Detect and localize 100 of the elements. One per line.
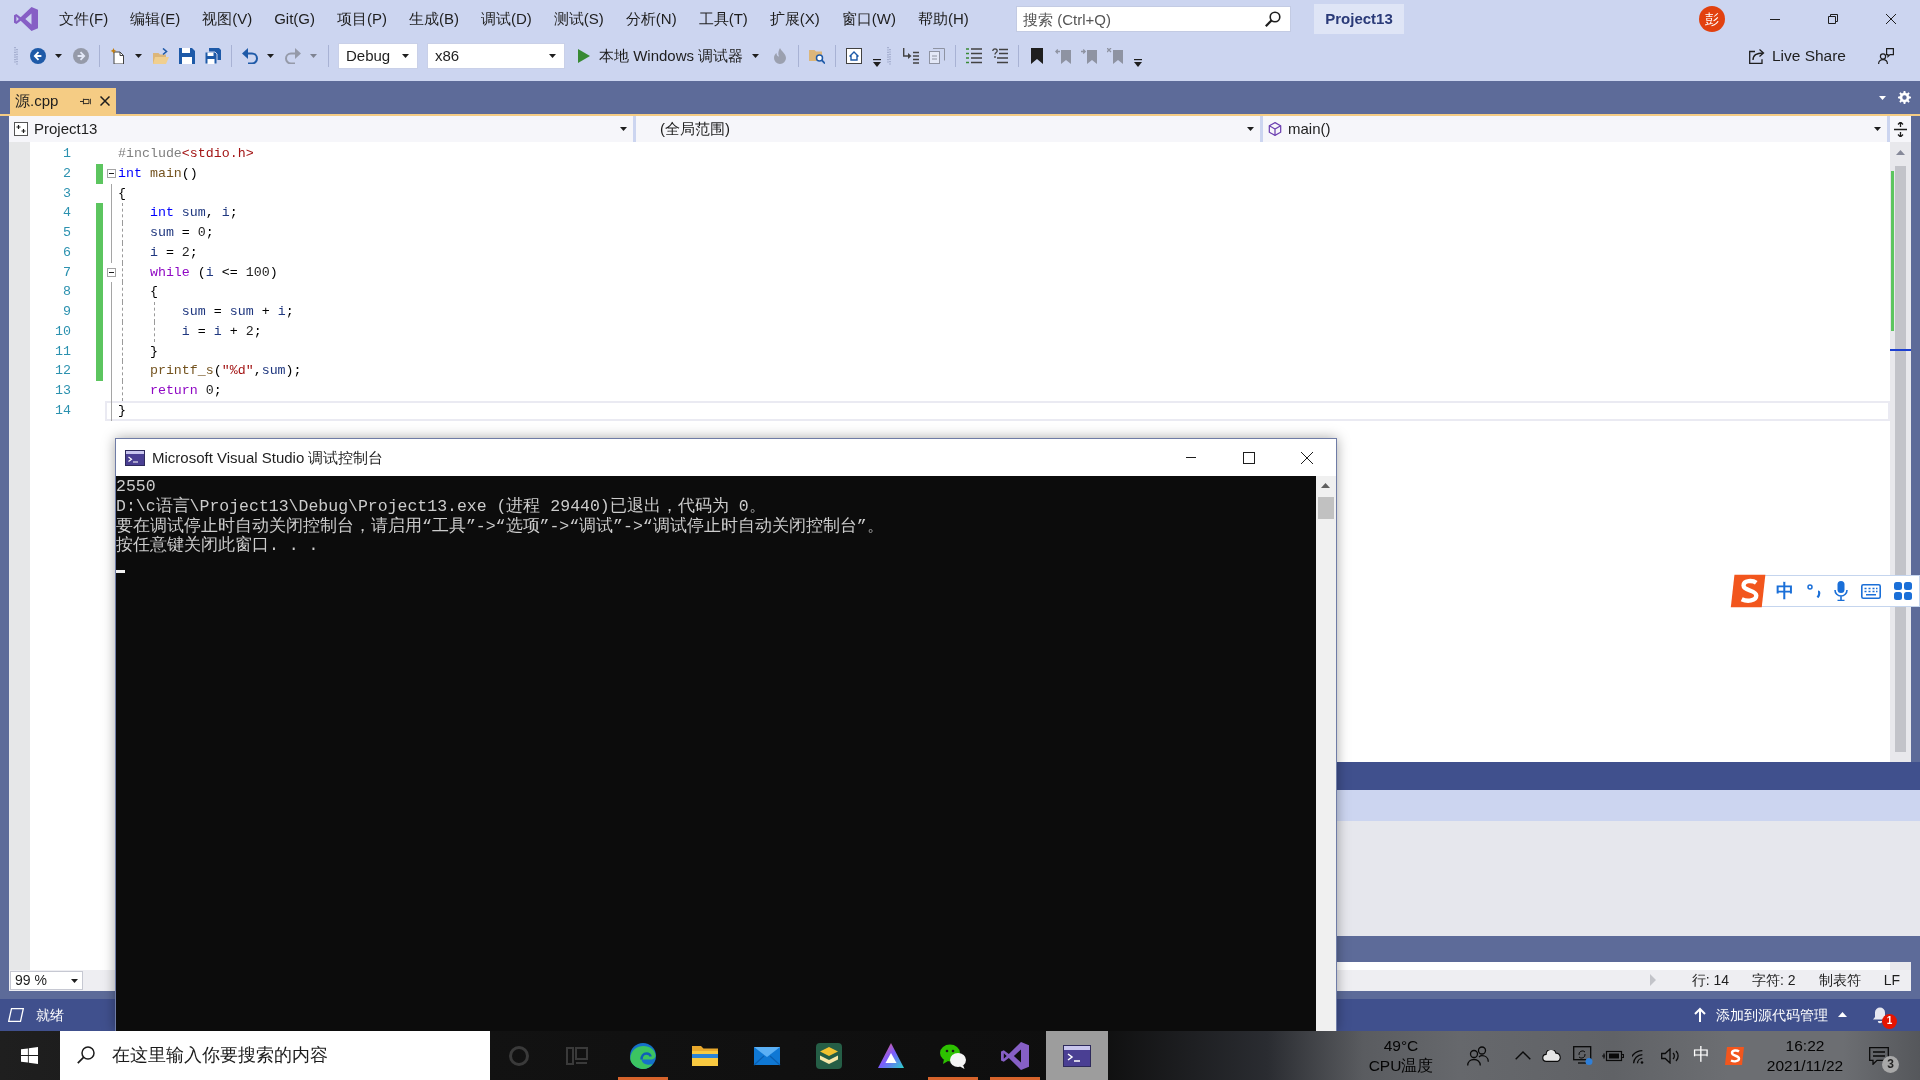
menu-item[interactable]: 文件(F) [48, 7, 120, 31]
grip-icon[interactable] [14, 46, 18, 66]
arrow-lines-icon[interactable] [903, 48, 920, 64]
line-indicator[interactable]: 行: 14 [1691, 972, 1730, 989]
menu-item[interactable]: 扩展(X) [758, 7, 831, 31]
scroll-up-icon[interactable] [1896, 150, 1905, 155]
menu-item[interactable]: Git(G) [263, 7, 326, 31]
notification-badge: 3 [1882, 1056, 1899, 1073]
toolbar-overflow-icon[interactable] [873, 59, 882, 67]
menu-item[interactable]: 测试(S) [542, 7, 615, 31]
account-avatar[interactable]: 彭 [1699, 6, 1725, 32]
speaker-icon[interactable] [1661, 1047, 1681, 1064]
caret-icon[interactable] [267, 54, 274, 58]
grip-icon[interactable] [887, 46, 892, 66]
menu-item[interactable]: 窗口(W) [830, 7, 907, 31]
minus-box-icon[interactable] [107, 267, 116, 277]
source-control-button[interactable]: 添加到源代码管理 [1694, 1006, 1847, 1024]
split-button[interactable] [1890, 116, 1911, 142]
document-tab[interactable]: 源.cpp [10, 88, 116, 114]
caret-position-mark [1890, 349, 1911, 351]
caret-icon[interactable] [402, 54, 409, 58]
text-lines-icon[interactable] [966, 48, 983, 64]
undo-arrow-icon[interactable] [242, 48, 258, 64]
line-number: 14 [55, 401, 71, 420]
live-share-button[interactable]: Live Share [1748, 43, 1846, 69]
line-number: 13 [55, 382, 71, 400]
menu-item[interactable]: 调试(D) [470, 7, 543, 31]
caret-icon[interactable] [1874, 127, 1881, 131]
clock-time[interactable]: 16:22 [1785, 1035, 1825, 1056]
clock-date[interactable]: 2021/11/22 [1766, 1055, 1844, 1076]
punctuation-icon[interactable] [1807, 584, 1821, 598]
menu-item[interactable]: 工具(T) [687, 7, 759, 31]
caret-icon[interactable] [620, 127, 627, 131]
code-line: while (i <= 100) [148, 263, 278, 282]
caret-icon[interactable] [549, 54, 556, 58]
zoom-dropdown[interactable]: 99 % [10, 971, 83, 990]
start-debugging-button[interactable]: 本地 Windows 调试器 [574, 43, 764, 69]
maximize-icon[interactable] [1243, 451, 1255, 464]
menu-item[interactable]: 编辑(E) [119, 7, 192, 31]
close-icon[interactable] [1886, 14, 1896, 24]
project-dropdown[interactable]: Project13 [9, 116, 633, 142]
caret-icon[interactable] [135, 54, 142, 58]
bookmark-icon[interactable] [1029, 48, 1046, 64]
people-icon[interactable] [1467, 1045, 1489, 1066]
search-field[interactable]: 搜索 (Ctrl+Q) [1016, 6, 1291, 32]
close-icon[interactable] [100, 96, 110, 106]
question-lines-icon[interactable] [992, 48, 1009, 64]
search-field[interactable]: 在这里输入你要搜索的内容 [60, 1031, 490, 1080]
open-folder-icon[interactable] [153, 48, 169, 64]
toolbar-overflow-icon[interactable] [1134, 59, 1143, 67]
indentation-indicator[interactable]: 制表符 [1818, 972, 1861, 989]
message-icon[interactable] [1869, 1046, 1889, 1065]
scrollbar-thumb[interactable] [1318, 497, 1334, 519]
scrollbar-thumb[interactable] [1895, 166, 1906, 752]
close-icon[interactable] [1301, 451, 1313, 464]
bell-icon[interactable] [1872, 1006, 1888, 1024]
battery-icon[interactable] [1602, 1049, 1624, 1062]
scroll-up-icon[interactable] [1321, 483, 1330, 488]
settings-icon[interactable] [1898, 91, 1911, 104]
split-icon[interactable] [1894, 121, 1907, 137]
back-arrow-icon[interactable] [30, 48, 46, 64]
four-squares-icon[interactable] [1894, 582, 1912, 600]
ribbon-logo-icon[interactable] [14, 7, 38, 31]
house-window-icon[interactable] [846, 48, 863, 64]
menu-item[interactable]: 项目(P) [326, 7, 398, 31]
vertical-scrollbar[interactable] [1316, 476, 1336, 1031]
caret-icon[interactable] [752, 54, 760, 58]
menu-item[interactable]: 帮助(H) [906, 7, 980, 31]
slanted-frame-icon [8, 1008, 24, 1022]
floppy-disks-icon[interactable] [205, 48, 221, 64]
member-dropdown[interactable]: main() [1263, 116, 1887, 142]
input-mode-indicator[interactable]: 中 [1692, 1045, 1710, 1066]
minus-box-icon[interactable] [107, 169, 116, 179]
minimize-icon[interactable] [1770, 18, 1780, 20]
monitor-icon[interactable] [1573, 1046, 1593, 1065]
caret-icon[interactable] [55, 54, 62, 58]
taskbar-app-button[interactable] [1046, 1031, 1108, 1080]
person-speech-icon[interactable] [1878, 48, 1894, 64]
caret-icon[interactable] [71, 978, 78, 983]
folder-search-icon[interactable] [809, 48, 826, 64]
toolbar-dropdown[interactable]: Debug [338, 43, 418, 69]
windows-logo-icon[interactable] [20, 1047, 38, 1064]
menu-item[interactable]: 视图(V) [191, 7, 264, 31]
restore-icon[interactable] [1828, 14, 1838, 24]
caret-icon[interactable] [1247, 127, 1254, 131]
column-indicator[interactable]: 字符: 2 [1752, 972, 1796, 989]
scope-dropdown[interactable]: (全局范围) [636, 116, 1260, 142]
s-logo-icon[interactable] [1724, 1045, 1746, 1066]
keyboard-icon[interactable] [1861, 583, 1881, 599]
menu-item[interactable]: 分析(N) [614, 7, 688, 31]
chevron-up-icon[interactable] [1515, 1051, 1531, 1060]
cloud-icon[interactable] [1542, 1049, 1562, 1062]
input-mode-toggle[interactable]: 中 [1776, 582, 1794, 600]
line-ending-indicator[interactable]: LF [1883, 972, 1900, 989]
toolbar-dropdown[interactable]: x86 [427, 43, 565, 69]
search-icon[interactable] [1265, 11, 1281, 27]
microphone-icon[interactable] [1834, 581, 1848, 601]
menu-item[interactable]: 生成(B) [398, 7, 470, 31]
new-file-sparkle-icon[interactable] [110, 48, 126, 64]
up-arrow-icon [1694, 1007, 1706, 1023]
